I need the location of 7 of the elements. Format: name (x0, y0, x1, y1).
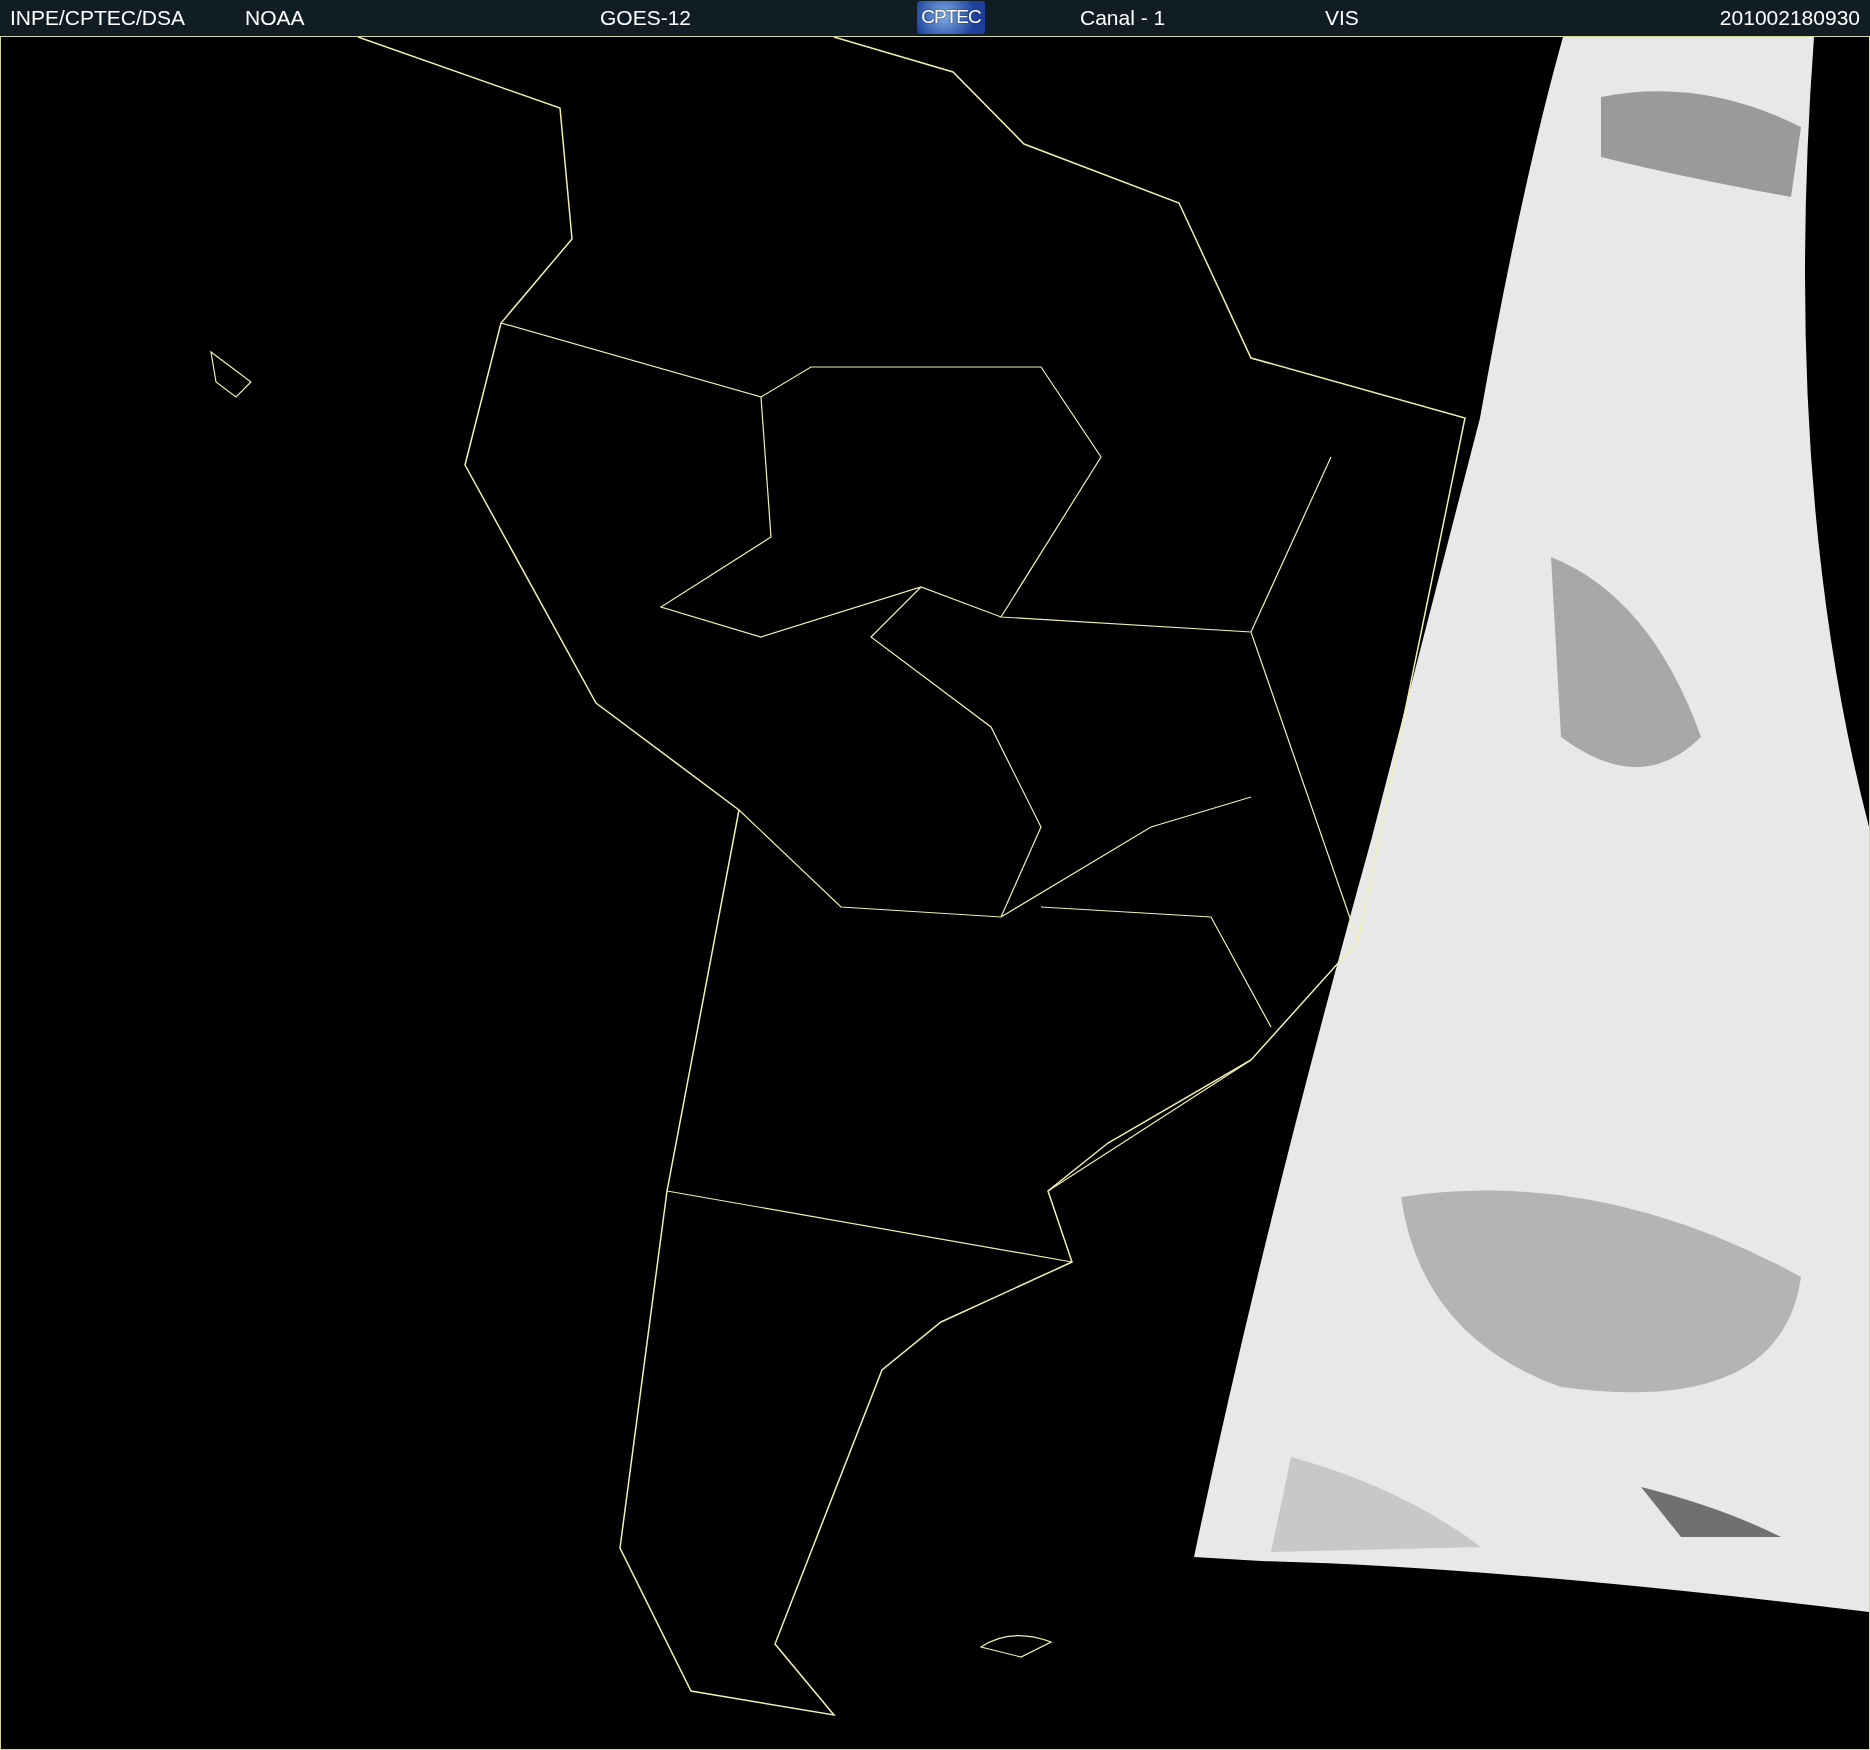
header-label: VIS (1325, 5, 1359, 31)
header-label: NOAA (245, 5, 305, 31)
header-label: INPE/CPTEC/DSA (10, 5, 186, 31)
logo: CPTEC (917, 1, 985, 34)
header-label: Canal - 1 (1080, 5, 1166, 31)
header-label: 201002180930 (1719, 5, 1860, 31)
header-label: GOES-12 (600, 5, 692, 31)
